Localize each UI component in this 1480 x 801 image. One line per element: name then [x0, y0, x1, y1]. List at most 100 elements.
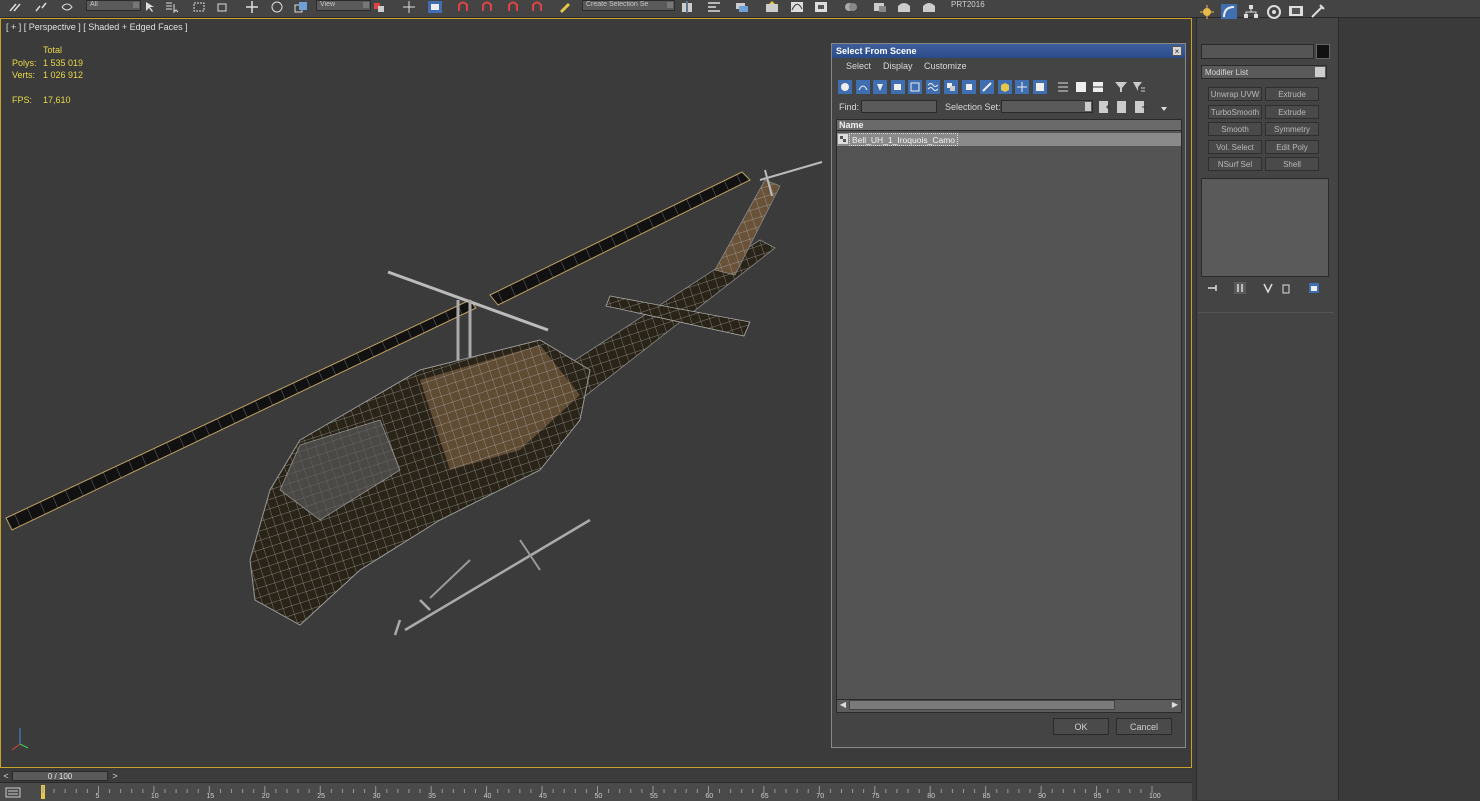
modifier-button-extrude-2[interactable]: Extrude — [1265, 105, 1319, 119]
landing-skid-front — [393, 518, 591, 636]
add-to-selection-set-icon[interactable] — [1115, 100, 1129, 114]
modifier-button-smooth[interactable]: Smooth — [1208, 122, 1262, 136]
track-tick-label: 15 — [206, 793, 215, 800]
dialog-title[interactable]: Select From Scene — [832, 44, 1185, 58]
time-slider[interactable] — [0, 770, 1192, 782]
display-xrefs-icon[interactable] — [962, 80, 976, 94]
track-tick-label: 55 — [649, 793, 658, 800]
app-label: PRT2016 — [951, 0, 985, 9]
modifier-list-dropdown[interactable]: Modifier List — [1201, 65, 1327, 79]
object-name-field[interactable] — [1201, 44, 1314, 59]
create-selection-set-icon[interactable] — [1097, 100, 1111, 114]
find-label: Find: — [839, 102, 860, 112]
axis-tripod — [11, 728, 29, 751]
modifier-button-nsurf-sel[interactable]: NSurf Sel — [1208, 157, 1262, 171]
track-tick-label: 30 — [372, 793, 381, 800]
time-prev-button[interactable]: < — [0, 771, 12, 781]
track-tick-label: 70 — [816, 793, 825, 800]
display-containers-icon[interactable] — [998, 80, 1012, 94]
display-bones-icon[interactable] — [980, 80, 994, 94]
render-setup-icon[interactable] — [873, 1, 887, 13]
column-header-name[interactable]: Name — [837, 120, 1181, 131]
cancel-button[interactable]: Cancel — [1116, 718, 1172, 735]
display-helpers-icon[interactable] — [908, 80, 922, 94]
modifier-button-shell[interactable]: Shell — [1265, 157, 1319, 171]
landing-skid-struts — [429, 539, 541, 599]
track-tick-label: 85 — [982, 793, 991, 800]
scene-object-list[interactable] — [836, 119, 1182, 713]
track-tick-label: 5 — [95, 793, 100, 800]
track-tick-label: 65 — [760, 793, 769, 800]
create-tab-icon[interactable] — [1199, 4, 1215, 19]
modifier-list-label: Modifier List — [1205, 68, 1249, 77]
ok-button[interactable]: OK — [1053, 718, 1109, 735]
display-all-icon[interactable] — [1056, 80, 1070, 94]
chevron-down-icon — [1315, 67, 1325, 77]
track-tick-label: 60 — [705, 793, 714, 800]
display-lights-icon[interactable] — [873, 80, 887, 94]
pin-stack-icon[interactable] — [1207, 282, 1219, 294]
display-frozen-icon[interactable] — [1015, 80, 1029, 94]
modifier-stack[interactable] — [1201, 178, 1329, 277]
find-input[interactable] — [861, 100, 937, 113]
tail-boom — [559, 239, 776, 401]
modifier-button-symmetry[interactable]: Symmetry — [1265, 122, 1319, 136]
filter-options-icon[interactable] — [1132, 80, 1146, 94]
menu-display[interactable]: Display — [883, 61, 913, 71]
modifier-button-turbosmooth[interactable]: TurboSmooth — [1208, 105, 1262, 119]
track-tick-label: 95 — [1093, 793, 1102, 800]
track-tick-label: 50 — [594, 793, 603, 800]
filter-icon[interactable] — [1114, 80, 1128, 94]
time-next-button[interactable]: > — [109, 771, 121, 781]
track-tick-label: 35 — [428, 793, 436, 800]
show-end-result-icon[interactable] — [1234, 282, 1246, 294]
modifier-button-edit-poly[interactable]: Edit Poly — [1265, 140, 1319, 154]
hierarchy-tab-icon[interactable] — [1243, 4, 1259, 19]
display-hidden-icon[interactable] — [1033, 80, 1047, 94]
scroll-right-icon[interactable]: ▶ — [1170, 700, 1180, 710]
configure-modifier-sets-icon[interactable] — [1308, 282, 1320, 294]
motion-tab-icon[interactable] — [1266, 4, 1282, 19]
display-none-icon[interactable] — [1074, 80, 1088, 94]
mini-curve-editor-icon[interactable] — [4, 786, 26, 798]
track-tick-label: 25 — [317, 793, 326, 800]
menu-select[interactable]: Select — [846, 61, 871, 71]
remove-modifier-icon[interactable] — [1280, 282, 1292, 294]
helicopter-model[interactable] — [0, 0, 830, 768]
scroll-left-icon[interactable]: ◀ — [838, 700, 848, 710]
make-unique-icon[interactable] — [1262, 282, 1274, 294]
utilities-tab-icon[interactable] — [1310, 4, 1326, 19]
chevron-down-icon — [1085, 102, 1091, 111]
modifier-button-extrude[interactable]: Extrude — [1265, 87, 1319, 101]
selection-set-dropdown[interactable] — [1001, 100, 1093, 113]
menu-customize[interactable]: Customize — [924, 61, 967, 71]
close-icon[interactable]: × — [1172, 46, 1182, 56]
chevron-down-icon[interactable] — [1157, 102, 1171, 116]
list-item-name: Bell_UH_1_Iroquois_Camo — [849, 133, 959, 146]
remove-from-selection-set-icon[interactable] — [1133, 100, 1147, 114]
modifier-button-unwrap-uvw[interactable]: Unwrap UVW — [1208, 87, 1262, 101]
display-shapes-icon[interactable] — [856, 80, 870, 94]
track-tick-label: 80 — [927, 793, 935, 800]
display-geometry-icon[interactable] — [838, 80, 852, 94]
panel-divider — [1198, 312, 1334, 313]
display-invert-icon[interactable] — [1091, 80, 1105, 94]
track-tick-label: 10 — [150, 793, 159, 800]
track-tick-label: 40 — [483, 793, 492, 800]
display-groups-icon[interactable] — [944, 80, 958, 94]
modify-tab-icon[interactable] — [1221, 4, 1237, 19]
track-tick-label: 45 — [539, 793, 547, 800]
render-icon[interactable] — [922, 1, 936, 13]
render-frame-icon[interactable] — [897, 1, 911, 13]
display-tab-icon[interactable] — [1288, 4, 1304, 19]
object-color-swatch[interactable] — [1316, 44, 1330, 59]
side-panel — [1338, 18, 1480, 800]
scrollbar-thumb[interactable] — [849, 700, 1115, 710]
display-spacewarps-icon[interactable] — [926, 80, 940, 94]
modifier-button-vol-select[interactable]: Vol. Select — [1208, 140, 1262, 154]
display-cameras-icon[interactable] — [891, 80, 905, 94]
time-slider-thumb[interactable]: 0 / 100 — [12, 771, 108, 781]
track-tick-label: 75 — [871, 793, 880, 800]
material-editor-icon[interactable] — [844, 1, 858, 13]
selection-set-label: Selection Set: — [945, 102, 1001, 112]
